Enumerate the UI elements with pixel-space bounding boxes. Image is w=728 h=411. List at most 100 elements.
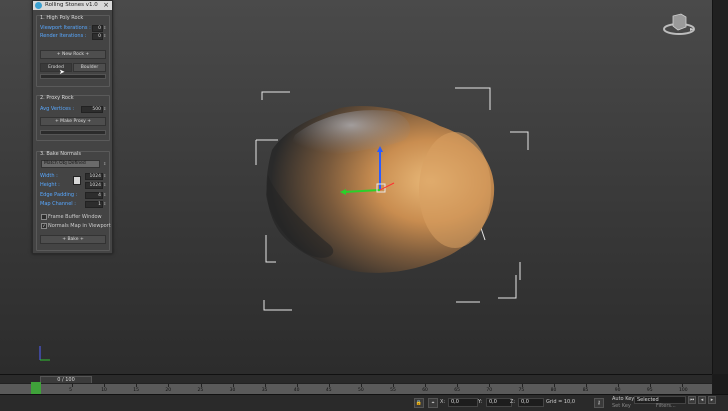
x-label: X: — [440, 399, 446, 405]
map-channel-label: Map Channel : — [40, 201, 76, 207]
boulder-button[interactable]: Boulder — [73, 63, 106, 72]
lock-selection-icon[interactable]: 🔒 — [414, 398, 424, 408]
perspective-viewport[interactable]: Rolling Stones v1.0 × 1. High Poly Rock … — [0, 0, 712, 374]
timeline-tick-mark — [168, 384, 170, 387]
z-label: Z: — [510, 399, 516, 405]
panel-titlebar[interactable]: Rolling Stones v1.0 × — [33, 1, 112, 10]
bake-type-dropdown[interactable]: Match Obj Defined — [41, 160, 100, 168]
width-label: Width : — [40, 173, 58, 179]
bake-normals-section: 3. Bake Normals Match Obj Defined ⇕ Widt… — [36, 151, 111, 251]
timeline-tick-label: 80 — [550, 388, 557, 393]
render-iterations-label: Render Iterations : — [40, 33, 87, 39]
spinner-arrows-icon[interactable]: ⇕ — [103, 201, 106, 206]
x-coordinate-field[interactable]: 0,0 — [448, 398, 478, 407]
timeline-tick-mark — [264, 384, 266, 387]
y-label: Y: — [478, 399, 483, 405]
axis-tripod — [39, 346, 50, 361]
render-iterations-spinner[interactable]: 0 — [92, 33, 103, 40]
dropdown-arrow-icon[interactable]: ⇕ — [103, 161, 106, 166]
timeline-tick-mark — [72, 384, 74, 387]
make-proxy-button[interactable]: + Make Proxy + — [40, 117, 106, 126]
timeline-tick-label: 75 — [518, 388, 525, 393]
timeline-tick-label: 40 — [293, 388, 300, 393]
frame-buffer-checkbox[interactable] — [41, 214, 47, 220]
normals-viewport-checkbox[interactable]: ✓ — [41, 223, 47, 229]
proxy-rock-section: 2. Proxy Rock Avg Vertices : 500 ⇕ + Mak… — [36, 95, 110, 141]
timeline-tick-mark — [553, 384, 555, 387]
timeline-tick-mark — [682, 384, 683, 387]
timeline-tick-label: 35 — [261, 388, 268, 393]
z-coordinate-field[interactable]: 0,0 — [518, 398, 544, 407]
timeline-tick-mark — [232, 384, 234, 387]
viewcube[interactable] — [662, 12, 696, 38]
avg-vertices-label: Avg Vertices : — [40, 106, 75, 112]
timeline-tick-label: 60 — [422, 388, 428, 393]
new-rock-button[interactable]: + New Rock + — [40, 50, 106, 59]
key-icon[interactable]: ⚷ — [594, 398, 604, 408]
section-header: 2. Proxy Rock — [40, 95, 74, 101]
timeline-tick-label: 70 — [486, 388, 493, 393]
timeline-tick-label: 85 — [582, 388, 589, 393]
timeline-tick-label: 95 — [646, 388, 653, 393]
edge-padding-label: Edge Padding : — [40, 192, 78, 198]
timeline-tick-label: 5 — [69, 388, 72, 393]
section-header: 3. Bake Normals — [40, 151, 81, 157]
spinner-arrows-icon[interactable]: ⇕ — [103, 192, 106, 197]
timeline-tick-mark — [361, 384, 362, 387]
panel-title: Rolling Stones v1.0 — [45, 2, 98, 8]
timeline-tick-label: 10 — [101, 388, 107, 393]
timeline-tick-mark — [457, 384, 459, 387]
filters-button[interactable]: Filters... — [656, 402, 676, 410]
close-icon[interactable]: × — [103, 1, 109, 10]
spinner-arrows-icon[interactable]: ⇕ — [103, 173, 106, 178]
timeline-tick-label: 90 — [614, 388, 621, 393]
spinner-arrows-icon[interactable]: ⇕ — [103, 106, 106, 111]
timeline-tick-mark — [104, 384, 106, 387]
spinner-arrows-icon[interactable]: ⇕ — [103, 33, 106, 38]
height-spinner[interactable]: 1024 — [85, 182, 103, 189]
timeline-tick-mark — [649, 384, 651, 387]
bake-button[interactable]: + Bake + — [40, 235, 106, 244]
viewport-iterations-spinner[interactable]: 0 — [92, 25, 103, 32]
section-header: 1. High Poly Rock — [40, 15, 84, 21]
lock-ratio-icon[interactable] — [73, 176, 81, 185]
timeline-tick-label: 20 — [165, 388, 172, 393]
absolute-mode-icon[interactable]: ⌖ — [428, 398, 438, 408]
timeline-tick-label: 25 — [197, 388, 204, 393]
timeline-tick-label: 100 — [679, 388, 688, 393]
edge-padding-spinner[interactable]: 4 — [85, 192, 103, 199]
play-icon[interactable]: ▸ — [708, 396, 716, 404]
progress-bar — [40, 74, 106, 79]
timeline-tick-label: 65 — [454, 388, 461, 393]
height-label: Height : — [40, 182, 60, 188]
spinner-arrows-icon[interactable]: ⇕ — [103, 25, 106, 30]
timeline-tick-mark — [296, 384, 298, 387]
eroded-button[interactable]: Eroded — [40, 63, 72, 72]
prev-frame-icon[interactable]: ◂ — [698, 396, 706, 404]
timeline-tick-mark — [136, 384, 138, 387]
timeline-tick-label: 55 — [390, 388, 396, 393]
setkey-label[interactable]: Set Key — [612, 402, 631, 410]
timeline-tick-label: 45 — [325, 388, 332, 393]
right-scrollbar[interactable] — [712, 0, 728, 374]
mouse-cursor-icon: ➤ — [59, 68, 65, 76]
avg-vertices-spinner[interactable]: 500 — [81, 106, 103, 113]
rolling-stones-panel: Rolling Stones v1.0 × 1. High Poly Rock … — [32, 0, 113, 254]
y-coordinate-field[interactable]: 0,0 — [486, 398, 512, 407]
timeline-tick-label: 30 — [229, 388, 236, 393]
viewport-iterations-label: Viewport Iterations : — [40, 25, 91, 31]
timeline-tick-mark — [489, 384, 491, 387]
goto-start-icon[interactable]: ⏮ — [688, 396, 696, 404]
progress-bar — [40, 130, 106, 135]
spinner-arrows-icon[interactable]: ⇕ — [103, 182, 106, 187]
timeline-tick-mark — [521, 384, 523, 387]
timeline-tick-label: 15 — [133, 388, 140, 393]
map-channel-spinner[interactable]: 1 — [85, 201, 103, 208]
timeline-tick-label: 50 — [358, 388, 364, 393]
grid-label: Grid = 10,0 — [546, 399, 575, 405]
app-icon — [35, 2, 42, 9]
high-poly-section: 1. High Poly Rock Viewport Iterations : … — [36, 15, 110, 87]
status-bar: 🔒 ⌖ X: 0,0 Y: 0,0 Z: 0,0 Grid = 10,0 ⚷ A… — [0, 394, 728, 411]
normals-viewport-label: Normals Map in Viewport — [48, 223, 111, 229]
width-spinner[interactable]: 1024 — [85, 173, 103, 180]
